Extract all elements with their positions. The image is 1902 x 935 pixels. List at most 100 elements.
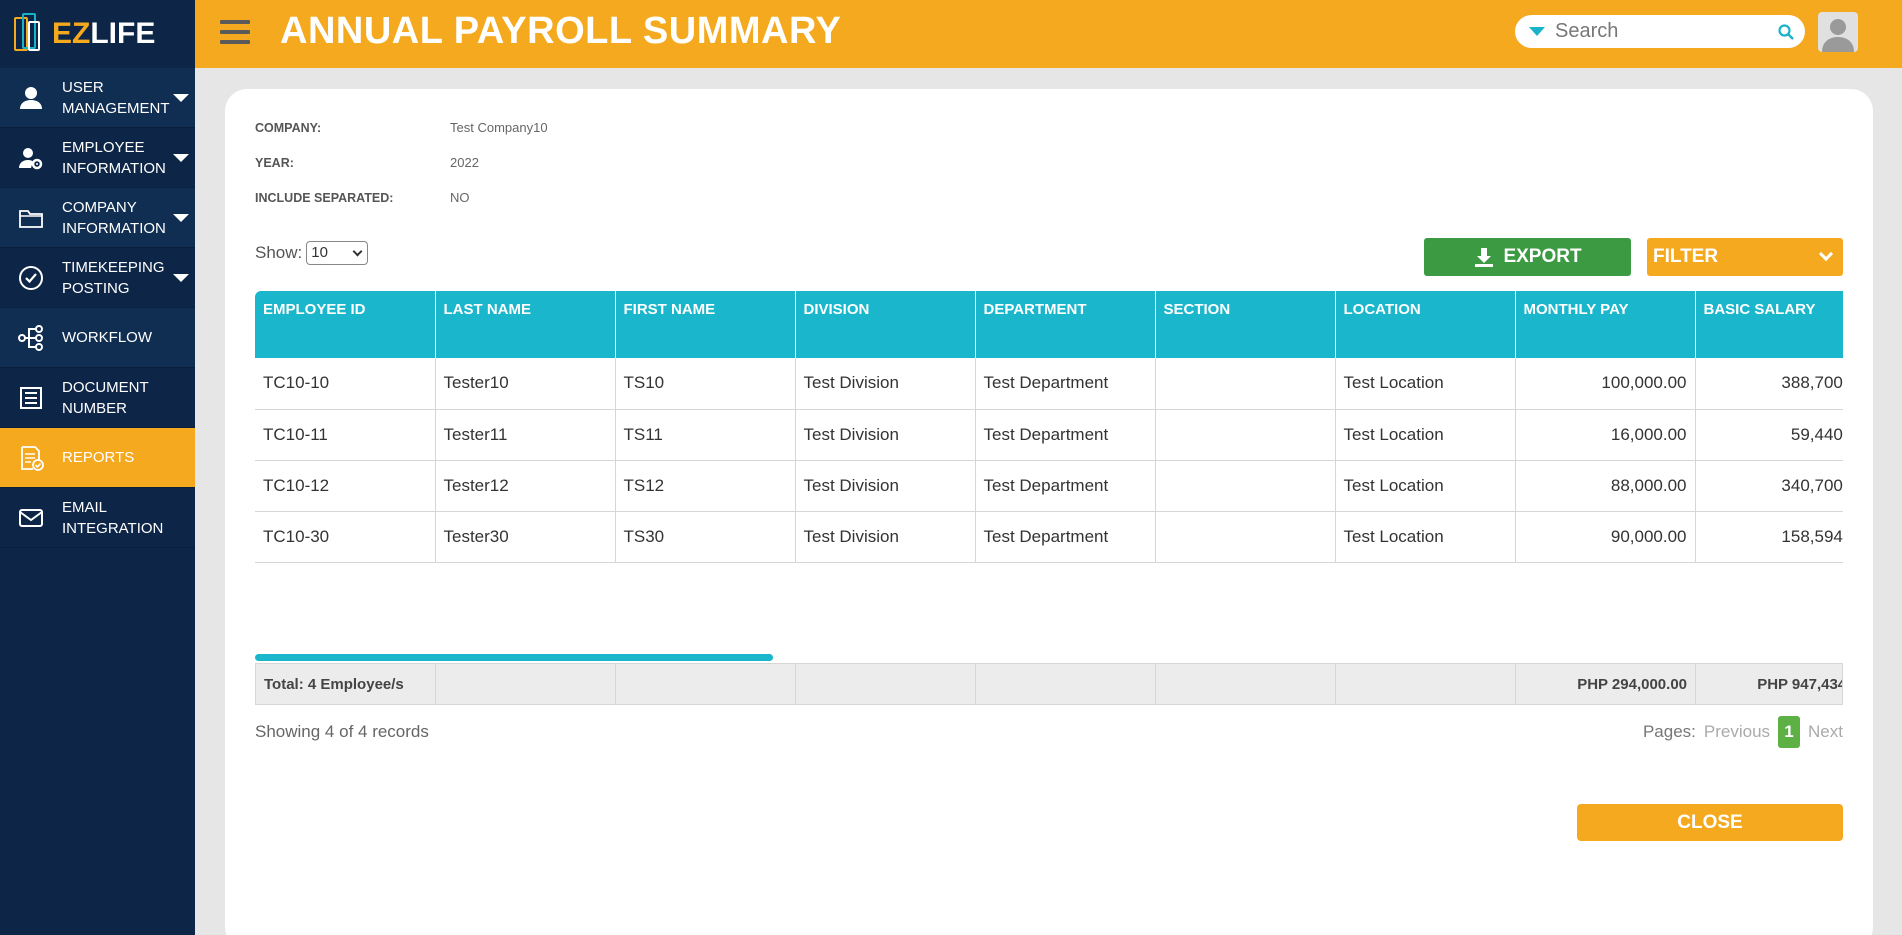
column-header-location[interactable]: LOCATION [1335,291,1516,358]
search-dropdown-caret-icon[interactable] [1529,27,1545,36]
cell-section [1155,409,1336,461]
previous-page-link[interactable]: Previous [1704,722,1770,742]
total-cell-empty [796,664,976,704]
meta-year: YEAR: 2022 [255,155,479,170]
page-title: ANNUAL PAYROLL SUMMARY [280,10,842,52]
filter-label: FILTER [1653,246,1719,267]
pages-label: Pages: [1642,722,1696,741]
page-1-button[interactable]: 1 [1778,716,1801,748]
total-basic-salary: PHP 947,434.00 [1696,664,1842,704]
export-button[interactable]: EXPORT [1424,238,1631,276]
cell-basic-salary: 158,594.00 [1695,511,1843,563]
year-label: YEAR: [255,156,294,170]
chevron-down-icon [352,246,363,257]
user-icon [0,84,62,112]
horizontal-scrollbar[interactable] [255,654,773,661]
sidebar-item-employee-information[interactable]: EMPLOYEE INFORMATION [0,128,195,188]
cell-employee-id: TC10-30 [255,511,436,563]
cell-monthly-pay: 88,000.00 [1515,460,1696,512]
avatar[interactable] [1818,12,1858,52]
caret-down-icon [173,274,189,282]
total-cell-empty [976,664,1156,704]
show-label: Show: [255,243,303,262]
column-header-monthly-pay[interactable]: MONTHLY PAY [1515,291,1696,358]
sidebar-item-label: DOCUMENT NUMBER [62,378,149,417]
cell-first-name: TS12 [615,460,796,512]
column-header-section[interactable]: SECTION [1155,291,1336,358]
cell-division: Test Division [795,409,976,461]
sidebar-item-email-integration[interactable]: EMAIL INTEGRATION [0,488,195,548]
download-icon [1475,248,1494,267]
cell-department: Test Department [975,460,1156,512]
cell-division: Test Division [795,358,976,410]
sidebar-item-label: COMPANY INFORMATION [62,198,166,237]
chevron-down-icon [1818,246,1834,262]
table-row[interactable]: TC10-11 Tester11 TS11 Test Division Test… [255,409,1843,461]
search-input[interactable] [1555,20,1775,43]
sidebar-item-timekeeping-posting[interactable]: TIMEKEEPING POSTING [0,248,195,308]
filter-dropdown-button[interactable]: FILTER [1647,238,1843,276]
table-row[interactable]: TC10-30 Tester30 TS30 Test Division Test… [255,511,1843,563]
cell-department: Test Department [975,409,1156,461]
page-size-select[interactable]: 10 [306,241,369,265]
column-header-division[interactable]: DIVISION [795,291,976,358]
total-cell-empty [1336,664,1516,704]
cell-basic-salary: 388,700.00 [1695,358,1843,410]
column-header-basic-salary[interactable]: BASIC SALARY [1695,291,1843,358]
app-logo[interactable]: EZLIFE [0,0,195,68]
total-monthly-pay: PHP 294,000.00 [1516,664,1696,704]
cell-first-name: TS30 [615,511,796,563]
cell-department: Test Department [975,358,1156,410]
sidebar-item-label: TIMEKEEPING POSTING [62,258,165,297]
cell-basic-salary: 59,440.00 [1695,409,1843,461]
sidebar: EZLIFE USER MANAGEMENT EMPLOYEE INFORMAT… [0,0,195,935]
folder-icon [0,204,62,232]
cell-monthly-pay: 90,000.00 [1515,511,1696,563]
total-cell-empty [616,664,796,704]
next-page-link[interactable]: Next [1808,722,1843,742]
logo-text: EZLIFE [52,17,156,50]
total-employees: Total: 4 Employee/s [256,664,436,704]
cell-last-name: Tester12 [435,460,616,512]
totals-row: Total: 4 Employee/s PHP 294,000.00 PHP 9… [255,663,1843,705]
sidebar-item-label: EMAIL INTEGRATION [62,498,164,537]
caret-down-icon [173,154,189,162]
cell-division: Test Division [795,460,976,512]
page-size-value: 10 [311,244,328,261]
meta-company: COMPANY: Test Company10 [255,120,548,135]
search-box [1515,15,1805,48]
sidebar-item-document-number[interactable]: DOCUMENT NUMBER [0,368,195,428]
sidebar-item-reports[interactable]: REPORTS [0,428,195,488]
logo-mark-icon [14,9,48,59]
total-cell-empty [436,664,616,704]
cell-section [1155,358,1336,410]
sidebar-item-workflow[interactable]: WORKFLOW [0,308,195,368]
sidebar-item-user-management[interactable]: USER MANAGEMENT [0,68,195,128]
column-header-last-name[interactable]: LAST NAME [435,291,616,358]
payroll-table: EMPLOYEE ID LAST NAME FIRST NAME DIVISIO… [255,291,1843,563]
cell-department: Test Department [975,511,1156,563]
column-header-employee-id[interactable]: EMPLOYEE ID [255,291,436,358]
employee-settings-icon [0,144,62,172]
table-row[interactable]: TC10-12 Tester12 TS12 Test Division Test… [255,460,1843,512]
export-label: EXPORT [1503,246,1582,267]
cell-monthly-pay: 16,000.00 [1515,409,1696,461]
caret-down-icon [173,214,189,222]
close-button[interactable]: CLOSE [1577,804,1843,841]
records-count-text: Showing 4 of 4 records [255,722,429,741]
cell-section [1155,460,1336,512]
cell-division: Test Division [795,511,976,563]
cell-employee-id: TC10-11 [255,409,436,461]
report-card: COMPANY: Test Company10 YEAR: 2022 INCLUDE… [225,89,1873,935]
sidebar-item-company-information[interactable]: COMPANY INFORMATION [0,188,195,248]
payroll-table-container[interactable]: EMPLOYEE ID LAST NAME FIRST NAME DIVISIO… [255,291,1843,563]
hamburger-menu-icon[interactable] [220,20,250,46]
cell-first-name: TS10 [615,358,796,410]
column-header-first-name[interactable]: FIRST NAME [615,291,796,358]
search-icon[interactable] [1777,23,1795,41]
cell-section [1155,511,1336,563]
cell-basic-salary: 340,700.00 [1695,460,1843,512]
cell-employee-id: TC10-10 [255,358,436,410]
table-row[interactable]: TC10-10 Tester10 TS10 Test Division Test… [255,358,1843,410]
column-header-department[interactable]: DEPARTMENT [975,291,1156,358]
